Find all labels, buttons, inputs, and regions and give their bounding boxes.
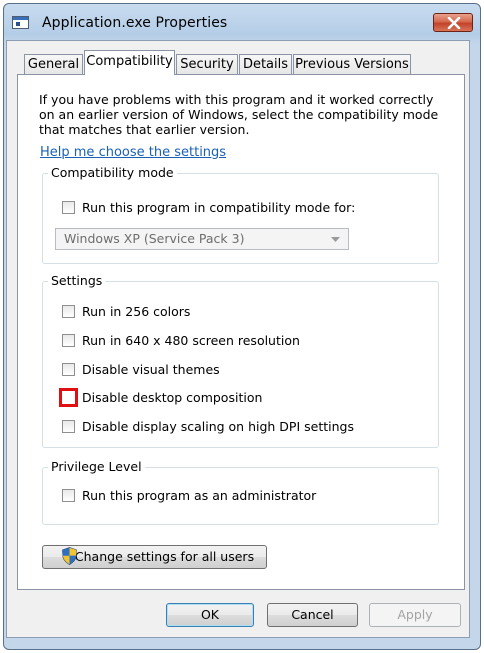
setting-640x480-checkbox[interactable] [62, 334, 75, 347]
ok-button[interactable]: OK [166, 603, 254, 627]
tab-general[interactable]: General [24, 54, 83, 74]
run-as-admin-checkbox[interactable] [62, 489, 75, 502]
tab-previous-versions[interactable]: Previous Versions [293, 54, 411, 74]
os-version-select[interactable]: Windows XP (Service Pack 3) [55, 228, 349, 250]
uac-shield-icon [62, 547, 77, 565]
setting-desktop-composition-label[interactable]: Disable desktop composition [82, 390, 262, 405]
app-icon [12, 16, 29, 29]
compatibility-mode-group [42, 173, 439, 264]
tab-security[interactable]: Security [176, 54, 238, 74]
setting-dpi-scaling-checkbox[interactable] [62, 420, 75, 433]
setting-desktop-composition-checkbox[interactable] [59, 388, 78, 407]
setting-dpi-scaling-label[interactable]: Disable display scaling on high DPI sett… [82, 419, 354, 434]
compatibility-mode-label: Compatibility mode [48, 165, 177, 180]
compat-mode-checkbox-label[interactable]: Run this program in compatibility mode f… [82, 200, 355, 215]
os-version-value: Windows XP (Service Pack 3) [64, 231, 245, 246]
tab-details[interactable]: Details [239, 54, 292, 74]
close-icon [447, 17, 461, 29]
dropdown-arrow-icon [331, 237, 340, 242]
setting-256-colors-label[interactable]: Run in 256 colors [82, 304, 190, 319]
setting-visual-themes-label[interactable]: Disable visual themes [82, 362, 220, 377]
setting-256-colors-checkbox[interactable] [62, 305, 75, 318]
setting-visual-themes-checkbox[interactable] [62, 363, 75, 376]
window-title: Application.exe Properties [42, 15, 228, 31]
compat-mode-checkbox[interactable] [62, 201, 75, 214]
intro-text: If you have problems with this program a… [39, 92, 439, 137]
tab-compatibility[interactable]: Compatibility [84, 50, 175, 75]
cancel-button[interactable]: Cancel [267, 603, 358, 627]
apply-button[interactable]: Apply [369, 603, 461, 627]
close-button[interactable] [433, 13, 473, 32]
title-bar: Application.exe Properties [3, 3, 481, 43]
settings-label: Settings [48, 273, 106, 288]
privilege-level-label: Privilege Level [48, 459, 145, 474]
change-settings-all-users-label: Change settings for all users [74, 549, 255, 564]
setting-640x480-label[interactable]: Run in 640 x 480 screen resolution [82, 333, 300, 348]
help-link[interactable]: Help me choose the settings [40, 145, 226, 160]
run-as-admin-label[interactable]: Run this program as an administrator [82, 488, 316, 503]
